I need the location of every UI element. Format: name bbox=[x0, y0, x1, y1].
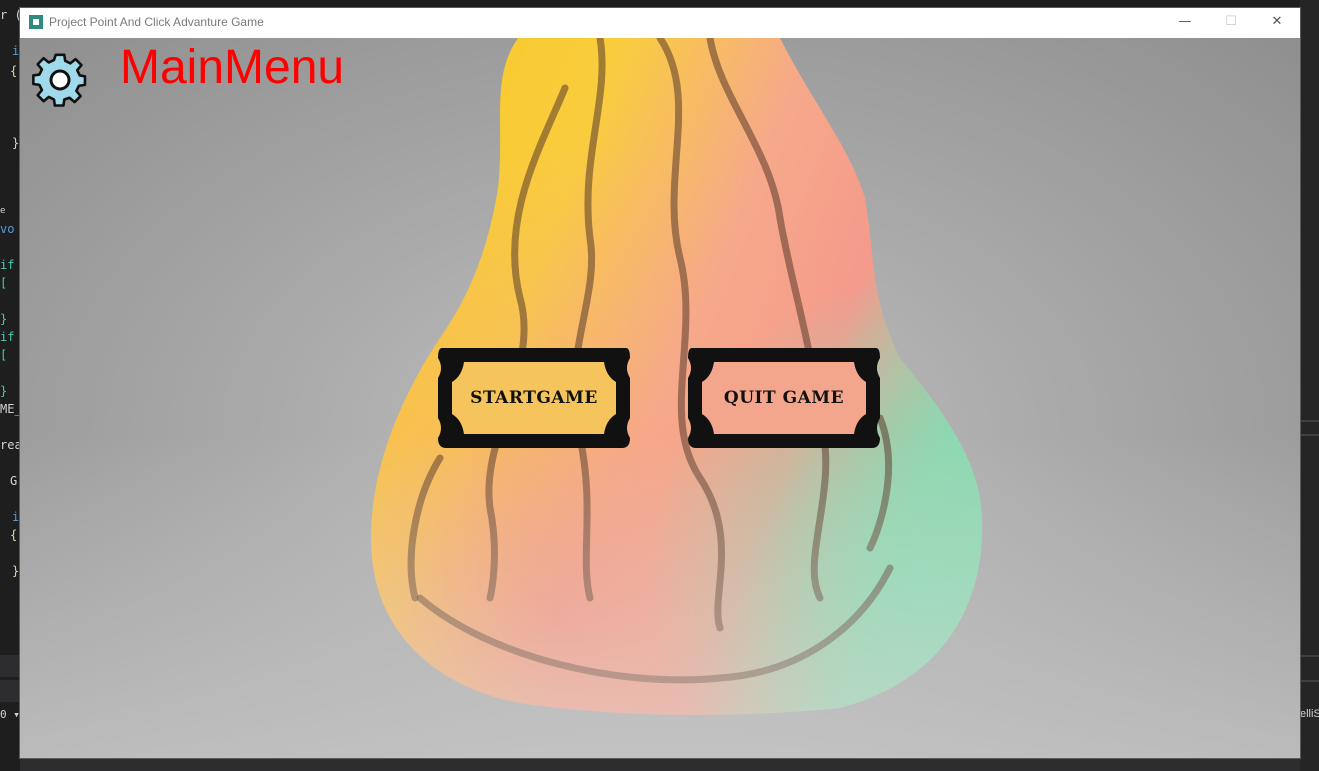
game-viewport: MainMenu STARTGAME QUIT GAME bbox=[20, 38, 1300, 758]
ide-code-line: i bbox=[12, 510, 20, 524]
ide-code-line: { bbox=[10, 528, 18, 542]
ide-code-line: if bbox=[0, 330, 15, 344]
ide-code-line: { bbox=[10, 64, 18, 78]
ide-code-line: } bbox=[0, 312, 8, 326]
gear-icon[interactable] bbox=[30, 48, 90, 108]
ide-code-line: [ bbox=[0, 276, 8, 290]
start-game-button[interactable]: STARTGAME bbox=[434, 348, 634, 448]
minimize-button[interactable]: — bbox=[1162, 8, 1208, 38]
ide-code-line: if bbox=[0, 258, 15, 272]
maximize-button[interactable]: ☐ bbox=[1208, 8, 1254, 38]
ide-code-line: rea bbox=[0, 438, 20, 452]
window-title: Project Point And Click Advanture Game bbox=[49, 15, 264, 29]
ide-statusbar bbox=[20, 758, 1300, 771]
ide-code-line: vo bbox=[0, 222, 15, 236]
game-window: Project Point And Click Advanture Game —… bbox=[20, 8, 1300, 758]
ide-dropdown: 0 ▾ bbox=[0, 708, 20, 721]
ide-code-line: } bbox=[12, 564, 20, 578]
ide-code-line: e bbox=[0, 206, 6, 216]
ide-code-line: i bbox=[12, 44, 20, 58]
close-button[interactable]: ✕ bbox=[1254, 8, 1300, 38]
quit-game-label: QUIT GAME bbox=[723, 388, 845, 408]
main-menu-title: MainMenu bbox=[120, 41, 345, 94]
ide-background-right bbox=[1300, 0, 1319, 771]
quit-game-button[interactable]: QUIT GAME bbox=[684, 348, 884, 448]
ide-right-label: elliS bbox=[1300, 708, 1319, 720]
ide-background-left: r ( i { } e vo if [ } if [ } ME_ rea G i… bbox=[0, 0, 20, 771]
ide-toolbar bbox=[0, 680, 20, 702]
ide-code-line: r ( bbox=[0, 8, 20, 22]
start-game-label: STARTGAME bbox=[470, 388, 598, 408]
ide-code-line: } bbox=[0, 384, 8, 398]
ide-code-line: [ bbox=[0, 348, 8, 362]
gourd-background-image bbox=[371, 38, 983, 715]
ide-code-line: } bbox=[12, 136, 20, 150]
ide-code-line: ME_ bbox=[0, 402, 20, 416]
window-titlebar[interactable]: Project Point And Click Advanture Game —… bbox=[20, 8, 1300, 38]
ide-toolbar bbox=[0, 655, 20, 677]
ide-code-line: G bbox=[10, 474, 18, 488]
app-icon bbox=[29, 15, 43, 29]
